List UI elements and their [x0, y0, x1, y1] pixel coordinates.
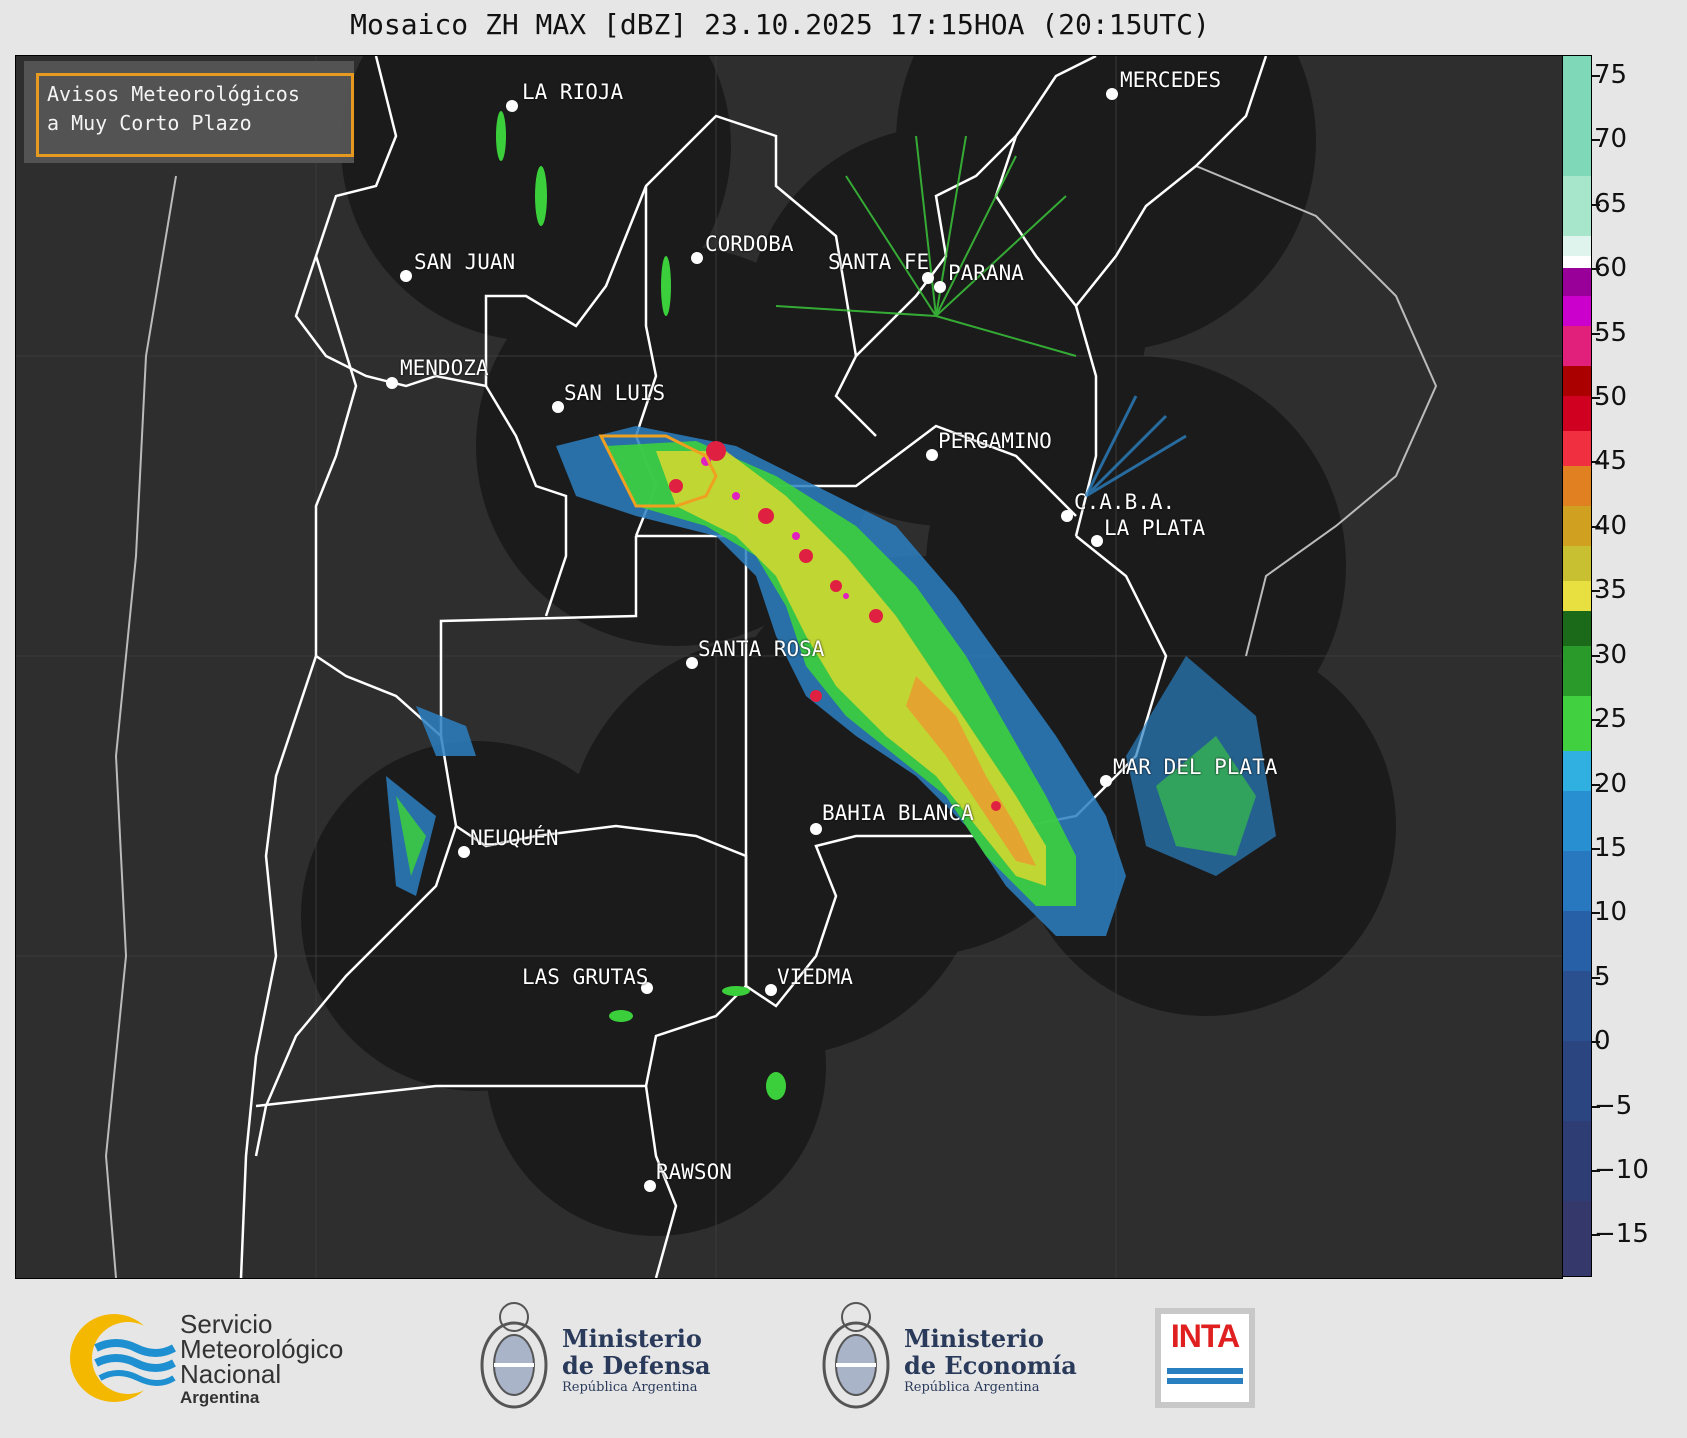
city-marker[interactable]: [506, 100, 518, 112]
defensa-line-2: de Defensa: [562, 1351, 711, 1380]
city-label-parana: PARANA: [948, 261, 1024, 285]
legend-line-2: a Muy Corto Plazo: [47, 111, 252, 135]
coat-of-arms-icon: [480, 1302, 548, 1409]
city-label-la-rioja: LA RIOJA: [522, 80, 624, 104]
colorbar-tick-35: 35: [1594, 575, 1628, 605]
city-marker[interactable]: [458, 846, 470, 858]
city-marker[interactable]: [765, 984, 777, 996]
ministerio-defensa-logo: Ministerio de Defensa República Argentin…: [478, 1295, 738, 1415]
city-marker[interactable]: [1061, 510, 1073, 522]
colorbar-tick-70: 70: [1594, 124, 1628, 154]
city-label-santa-fe: SANTA FE: [828, 250, 930, 274]
city-label-rawson: RAWSON: [656, 1160, 732, 1184]
colorbar-tick-45: 45: [1594, 446, 1628, 476]
city-marker[interactable]: [810, 823, 822, 835]
ministerio-economia-logo: Ministerio de Economía República Argenti…: [820, 1295, 1080, 1415]
city-label-neuquen: NEUQUÉN: [470, 826, 559, 850]
city-marker[interactable]: [691, 252, 703, 264]
colorbar-tick-minus-10: −10: [1594, 1155, 1649, 1185]
city-label-mercedes: MERCEDES: [1120, 68, 1222, 92]
economia-line-3: República Argentina: [904, 1380, 1040, 1395]
colorbar-tick-65: 65: [1594, 189, 1628, 219]
legend-line-1: Avisos Meteorológicos: [47, 82, 300, 106]
colorbar-tick-0: 0: [1594, 1026, 1611, 1056]
city-label-bahia-blanca: BAHIA BLANCA: [822, 801, 974, 825]
city-label-la-plata: LA PLATA: [1104, 516, 1206, 540]
city-marker[interactable]: [926, 449, 938, 461]
city-marker[interactable]: [686, 657, 698, 669]
economia-line-1: Ministerio: [904, 1324, 1044, 1353]
colorbar-gradient: [1563, 56, 1591, 1276]
city-marker[interactable]: [1091, 535, 1103, 547]
colorbar-tick-minus-15: −15: [1594, 1219, 1649, 1249]
radar-map[interactable]: Avisos Meteorológicos a Muy Corto Plazo …: [15, 55, 1563, 1279]
colorbar-tick-55: 55: [1594, 318, 1628, 348]
city-marker[interactable]: [1100, 775, 1112, 787]
city-label-mar-del-plata: MAR DEL PLATA: [1113, 755, 1278, 779]
city-label-las-grutas: LAS GRUTAS: [522, 965, 649, 989]
smn-line-4: Argentina: [180, 1388, 260, 1407]
city-label-pergamino: PERGAMINO: [938, 429, 1052, 453]
inta-label: INTA: [1170, 1318, 1240, 1354]
colorbar-tick-5: 5: [1594, 962, 1611, 992]
colorbar-tick-minus-5: −5: [1594, 1091, 1633, 1121]
colorbar-tick-25: 25: [1594, 704, 1628, 734]
city-label-cordoba: CORDOBA: [705, 232, 794, 256]
economia-line-2: de Economía: [904, 1351, 1077, 1380]
smn-icon: [70, 1314, 176, 1402]
coat-of-arms-icon: [822, 1302, 890, 1409]
city-marker[interactable]: [934, 281, 946, 293]
city-label-santa-rosa: SANTA ROSA: [698, 637, 825, 661]
warning-legend-frame: Avisos Meteorológicos a Muy Corto Plazo: [36, 73, 354, 157]
dbz-colorbar: [1562, 55, 1592, 1277]
footer-logos: Servicio Meteorológico Nacional Argentin…: [0, 1280, 1687, 1438]
city-label-caba: C.A.B.A.: [1074, 490, 1176, 514]
city-label-mendoza: MENDOZA: [400, 356, 489, 380]
colorbar-tick-30: 30: [1594, 640, 1628, 670]
city-marker[interactable]: [552, 401, 564, 413]
city-marker[interactable]: [644, 1180, 656, 1192]
city-marker[interactable]: [400, 270, 412, 282]
colorbar-tick-50: 50: [1594, 382, 1628, 412]
inta-logo: INTA: [1155, 1308, 1255, 1408]
warning-legend: Avisos Meteorológicos a Muy Corto Plazo: [24, 61, 354, 163]
colorbar-tick-10: 10: [1594, 897, 1628, 927]
city-label-viedma: VIEDMA: [777, 965, 853, 989]
smn-logo: Servicio Meteorológico Nacional Argentin…: [66, 1308, 376, 1408]
defensa-line-1: Ministerio: [562, 1324, 702, 1353]
smn-line-3: Nacional: [180, 1359, 282, 1389]
colorbar-tick-15: 15: [1594, 833, 1628, 863]
map-title: Mosaico ZH MAX [dBZ] 23.10.2025 17:15HOA…: [350, 8, 1210, 41]
city-marker[interactable]: [386, 377, 398, 389]
colorbar-tick-75: 75: [1594, 60, 1628, 90]
city-label-san-luis: SAN LUIS: [564, 381, 666, 405]
colorbar-tick-20: 20: [1594, 769, 1628, 799]
city-label-san-juan: SAN JUAN: [414, 250, 516, 274]
colorbar-tick-40: 40: [1594, 511, 1628, 541]
city-marker[interactable]: [1106, 88, 1118, 100]
colorbar-tick-60: 60: [1594, 253, 1628, 283]
defensa-line-3: República Argentina: [562, 1380, 698, 1395]
